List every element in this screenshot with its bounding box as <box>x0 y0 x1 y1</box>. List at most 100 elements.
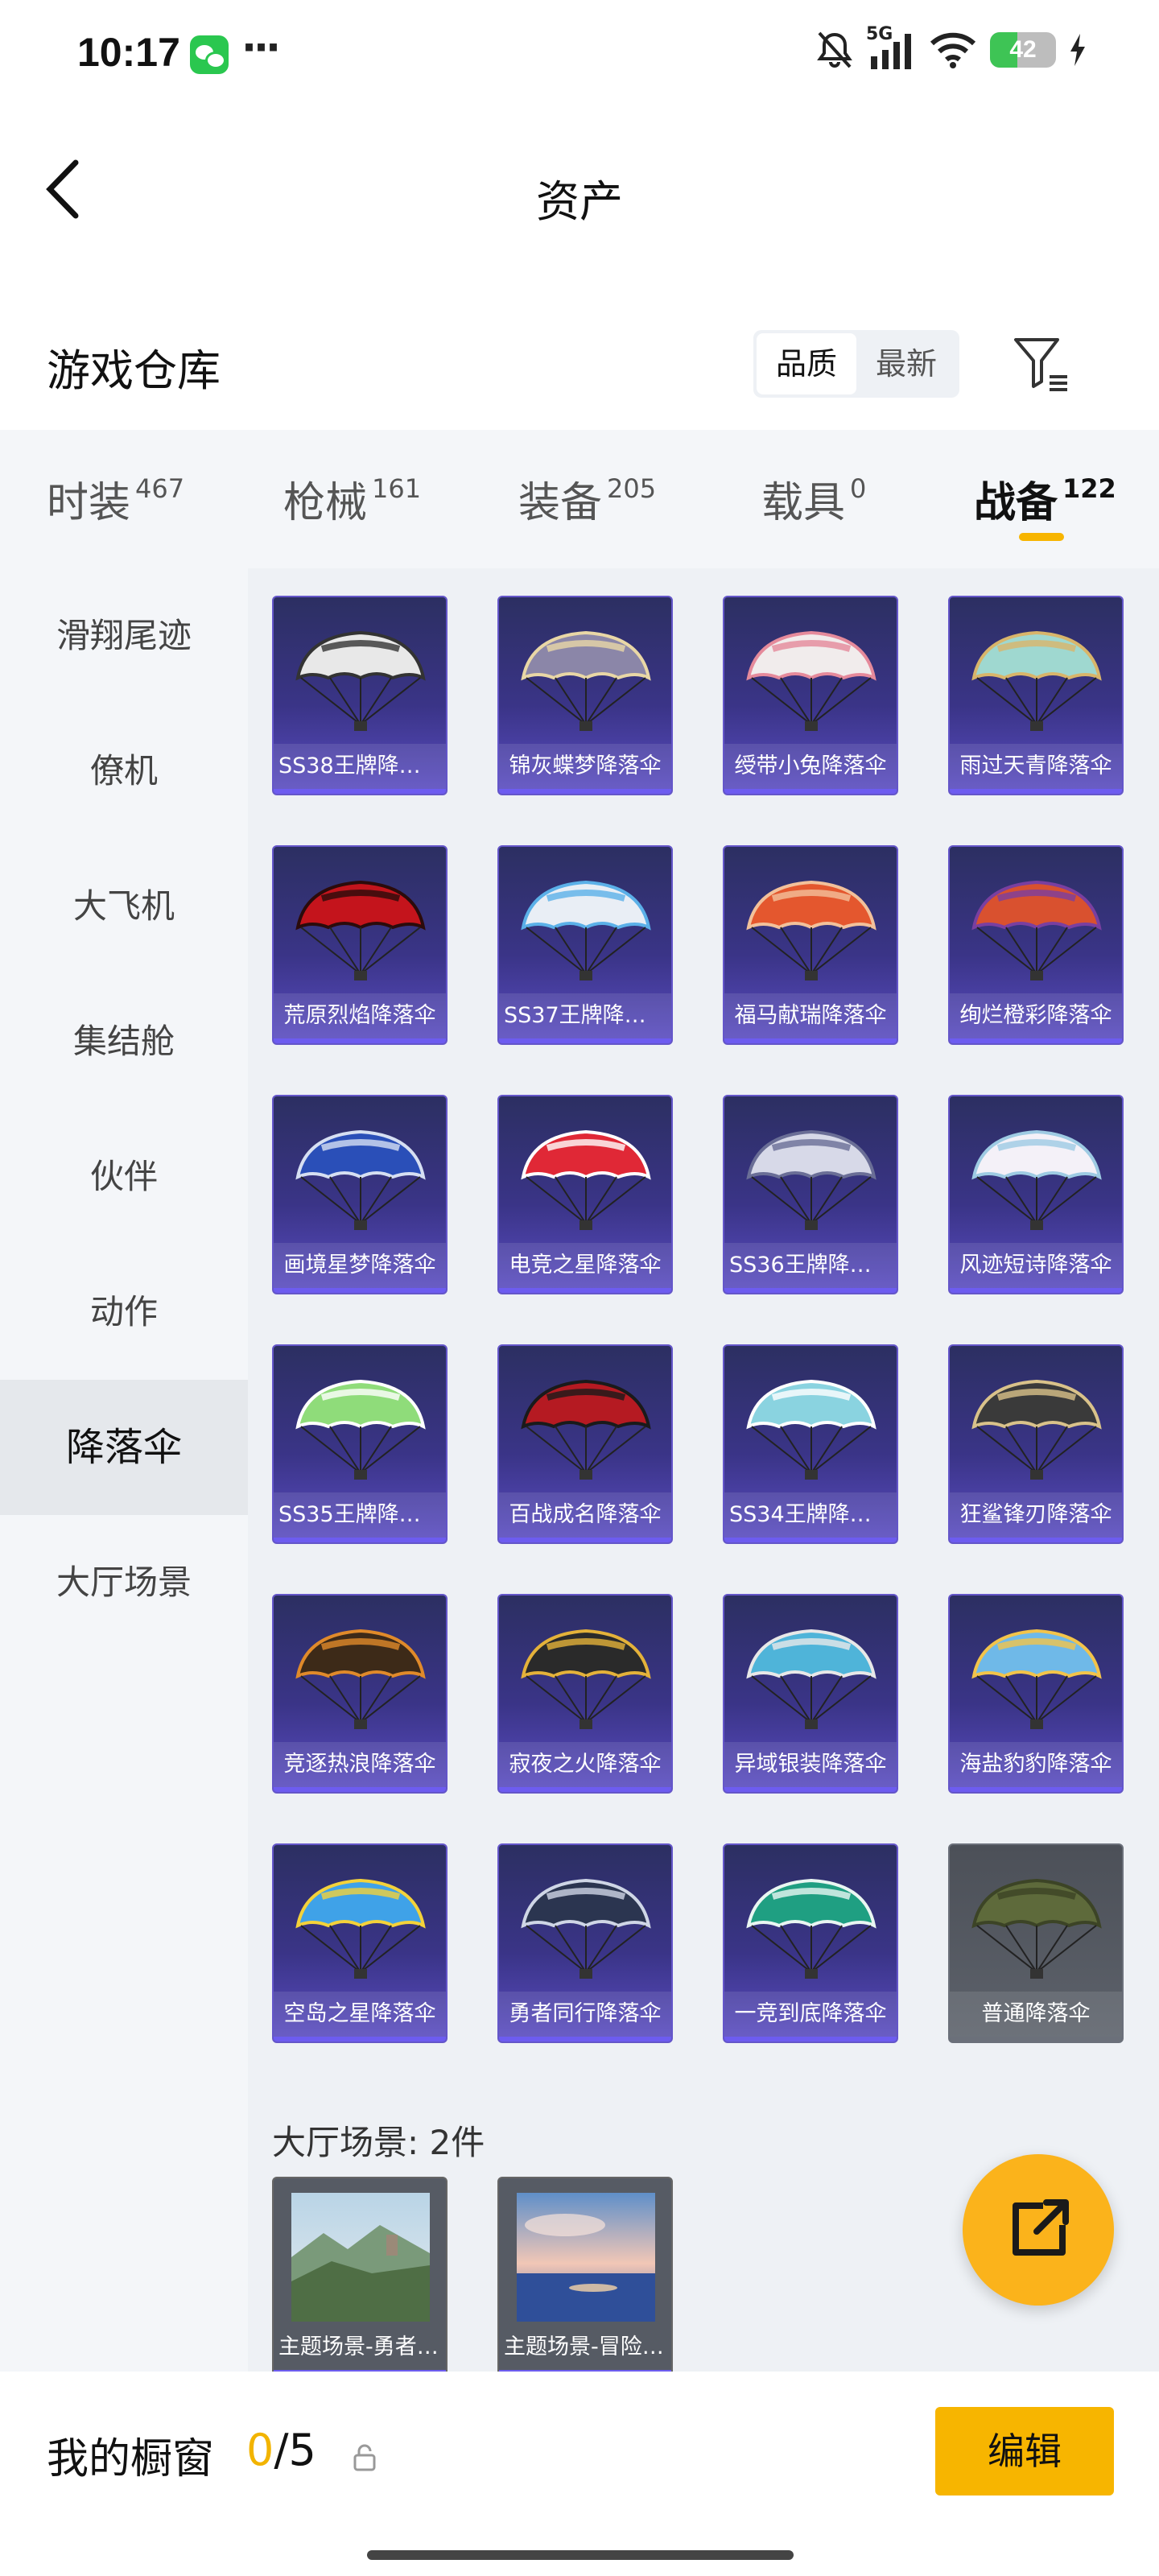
rarity-bar <box>274 789 446 794</box>
parachute-ss36-icon <box>746 1129 876 1230</box>
scene-name: 主题场景-勇者同行 <box>278 2334 446 2359</box>
parachute-card[interactable]: 绚烂橙彩降落伞 <box>948 845 1124 1045</box>
parachute-name: SS36王牌降落伞 <box>724 1243 897 1288</box>
tab-count: 122 <box>1062 473 1116 504</box>
active-tab-indicator <box>1019 533 1064 541</box>
parachute-card[interactable]: 狂鲨锋刃降落伞 <box>948 1344 1124 1544</box>
parachute-card[interactable]: SS38王牌降落伞 <box>272 596 448 795</box>
parachute-card[interactable]: 异域银装降落伞 <box>723 1594 898 1794</box>
status-time: 10:17 <box>77 30 180 75</box>
parachute-card[interactable]: 福马献瑞降落伞 <box>723 845 898 1045</box>
parachute-card[interactable]: 雨过天青降落伞 <box>948 596 1124 795</box>
sidebar-item-companion[interactable]: 伙伴 <box>0 1109 248 1245</box>
parachute-pel-green-icon <box>746 1878 876 1979</box>
rarity-bar <box>499 2037 671 2041</box>
rarity-bar <box>950 789 1122 794</box>
sidebar-item-emote[interactable]: 动作 <box>0 1245 248 1380</box>
sidebar-item-glide-trail[interactable]: 滑翔尾迹 <box>0 568 248 704</box>
sunset-sea-scene-image <box>517 2193 655 2322</box>
parachute-name: 狂鲨锋刃降落伞 <box>950 1492 1122 1538</box>
tab-weapons[interactable]: 枪械 161 <box>283 469 421 529</box>
showcase-total: /5 <box>274 2425 316 2475</box>
parachute-card[interactable]: 百战成名降落伞 <box>497 1344 673 1544</box>
parachute-name: 竞逐热浪降落伞 <box>274 1742 446 1787</box>
rarity-bar <box>274 2037 446 2041</box>
parachute-green-icon <box>295 1379 426 1480</box>
rarity-bar <box>724 1787 897 1792</box>
parachute-card[interactable]: 一竞到底降落伞 <box>723 1843 898 2043</box>
parachute-sky-island-icon <box>295 1878 426 1979</box>
battery-indicator: 42 <box>990 32 1056 68</box>
parachute-card[interactable]: SS36王牌降落伞 <box>723 1095 898 1294</box>
sidebar-item-parachute[interactable]: 降落伞 <box>0 1380 248 1515</box>
scene-card[interactable]: 主题场景-勇者同行 <box>272 2177 448 2372</box>
sidebar-item-assembly-pod[interactable]: 集结舱 <box>0 974 248 1109</box>
parachute-card[interactable]: 寂夜之火降落伞 <box>497 1594 673 1794</box>
parachute-card[interactable]: 电竞之星降落伞 <box>497 1095 673 1294</box>
parachute-name: 绚烂橙彩降落伞 <box>950 993 1122 1038</box>
home-indicator[interactable] <box>367 2550 794 2560</box>
category-tabs: 时装 467 枪械 161 装备 205 载具 0 战备 122 <box>0 430 1159 568</box>
rarity-bar <box>950 1038 1122 1043</box>
item-grid: 大厅场景: 2件 主题场景-勇者同行 主题场景-冒险之旅 SS38王牌降落伞 锦灰… <box>248 568 1159 2372</box>
parachute-pel-black-icon <box>521 1379 651 1480</box>
rarity-bar <box>274 1538 446 1542</box>
scene-name: 主题场景-冒险之旅 <box>504 2334 671 2359</box>
tab-label: 时装 <box>47 479 131 527</box>
parachute-card[interactable]: 画境星梦降落伞 <box>272 1095 448 1294</box>
parachute-name: SS38王牌降落伞 <box>274 744 446 789</box>
parachute-shark-icon <box>971 1379 1102 1480</box>
tab-label: 战备 <box>974 479 1058 527</box>
parachute-card[interactable]: 空岛之星降落伞 <box>272 1843 448 2043</box>
parachute-card[interactable]: 普通降落伞 <box>948 1843 1124 2043</box>
parachute-card[interactable]: SS35王牌降落伞 <box>272 1344 448 1544</box>
parachute-card[interactable]: 荒原烈焰降落伞 <box>272 845 448 1045</box>
lobby-section-title: 大厅场景: 2件 <box>272 2123 485 2162</box>
rarity-bar <box>274 1038 446 1043</box>
sidebar-item-lobby-scene[interactable]: 大厅场景 <box>0 1515 248 1650</box>
wechat-notification-icon <box>190 35 229 74</box>
rarity-bar <box>724 789 897 794</box>
sort-toggle: 品质 最新 <box>753 330 959 398</box>
tab-fashion[interactable]: 时装 467 <box>47 469 184 529</box>
edit-button[interactable]: 编辑 <box>935 2407 1114 2496</box>
warehouse-title: 游戏仓库 <box>47 345 221 396</box>
parachute-card[interactable]: 勇者同行降落伞 <box>497 1843 673 2043</box>
parachute-olive-icon <box>971 1878 1102 1979</box>
warehouse-header: 游戏仓库 品质 最新 <box>0 306 1159 427</box>
tab-vehicles[interactable]: 载具 0 <box>761 469 866 529</box>
parachute-name: 绶带小兔降落伞 <box>724 744 897 789</box>
share-button[interactable] <box>963 2154 1114 2306</box>
rarity-bar <box>950 1538 1122 1542</box>
parachute-card[interactable]: SS34王牌降落伞 <box>723 1344 898 1544</box>
parachute-name: 电竞之星降落伞 <box>499 1243 671 1288</box>
filter-icon[interactable] <box>1011 333 1072 394</box>
parachute-card[interactable]: 绶带小兔降落伞 <box>723 596 898 795</box>
parachute-card[interactable]: 风迹短诗降落伞 <box>948 1095 1124 1294</box>
sort-newest-button[interactable]: 最新 <box>856 333 956 394</box>
parachute-butterfly-icon <box>521 630 651 731</box>
sidebar-item-big-plane[interactable]: 大飞机 <box>0 839 248 974</box>
sort-quality-button[interactable]: 品质 <box>757 333 856 394</box>
parachute-card[interactable]: 锦灰蝶梦降落伞 <box>497 596 673 795</box>
parachute-brave-icon <box>521 1878 651 1979</box>
sidebar-item-wingman[interactable]: 僚机 <box>0 704 248 839</box>
cellular-signal-icon: 5G <box>866 24 916 71</box>
charging-icon <box>1070 34 1085 66</box>
top-bar: 资产 <box>0 137 1159 242</box>
tab-label: 枪械 <box>283 479 368 527</box>
parachute-name: 百战成名降落伞 <box>499 1492 671 1538</box>
parachute-card[interactable]: 海盐豹豹降落伞 <box>948 1594 1124 1794</box>
tab-equipment[interactable]: 装备 205 <box>518 469 656 529</box>
rarity-bar <box>950 1787 1122 1792</box>
parachute-name: 异域银装降落伞 <box>724 1742 897 1787</box>
scene-card[interactable]: 主题场景-冒险之旅 <box>497 2177 673 2372</box>
battery-level: 42 <box>1009 36 1037 63</box>
parachute-card[interactable]: 竞逐热浪降落伞 <box>272 1594 448 1794</box>
parachute-ss34-icon <box>746 1379 876 1480</box>
showcase-bar: 我的橱窗 0/5 编辑 <box>0 2372 1159 2576</box>
tab-combat-gear[interactable]: 战备 122 <box>974 469 1116 529</box>
parachute-card[interactable]: SS37王牌降落伞 <box>497 845 673 1045</box>
tab-count: 205 <box>607 473 657 504</box>
rarity-bar <box>499 789 671 794</box>
